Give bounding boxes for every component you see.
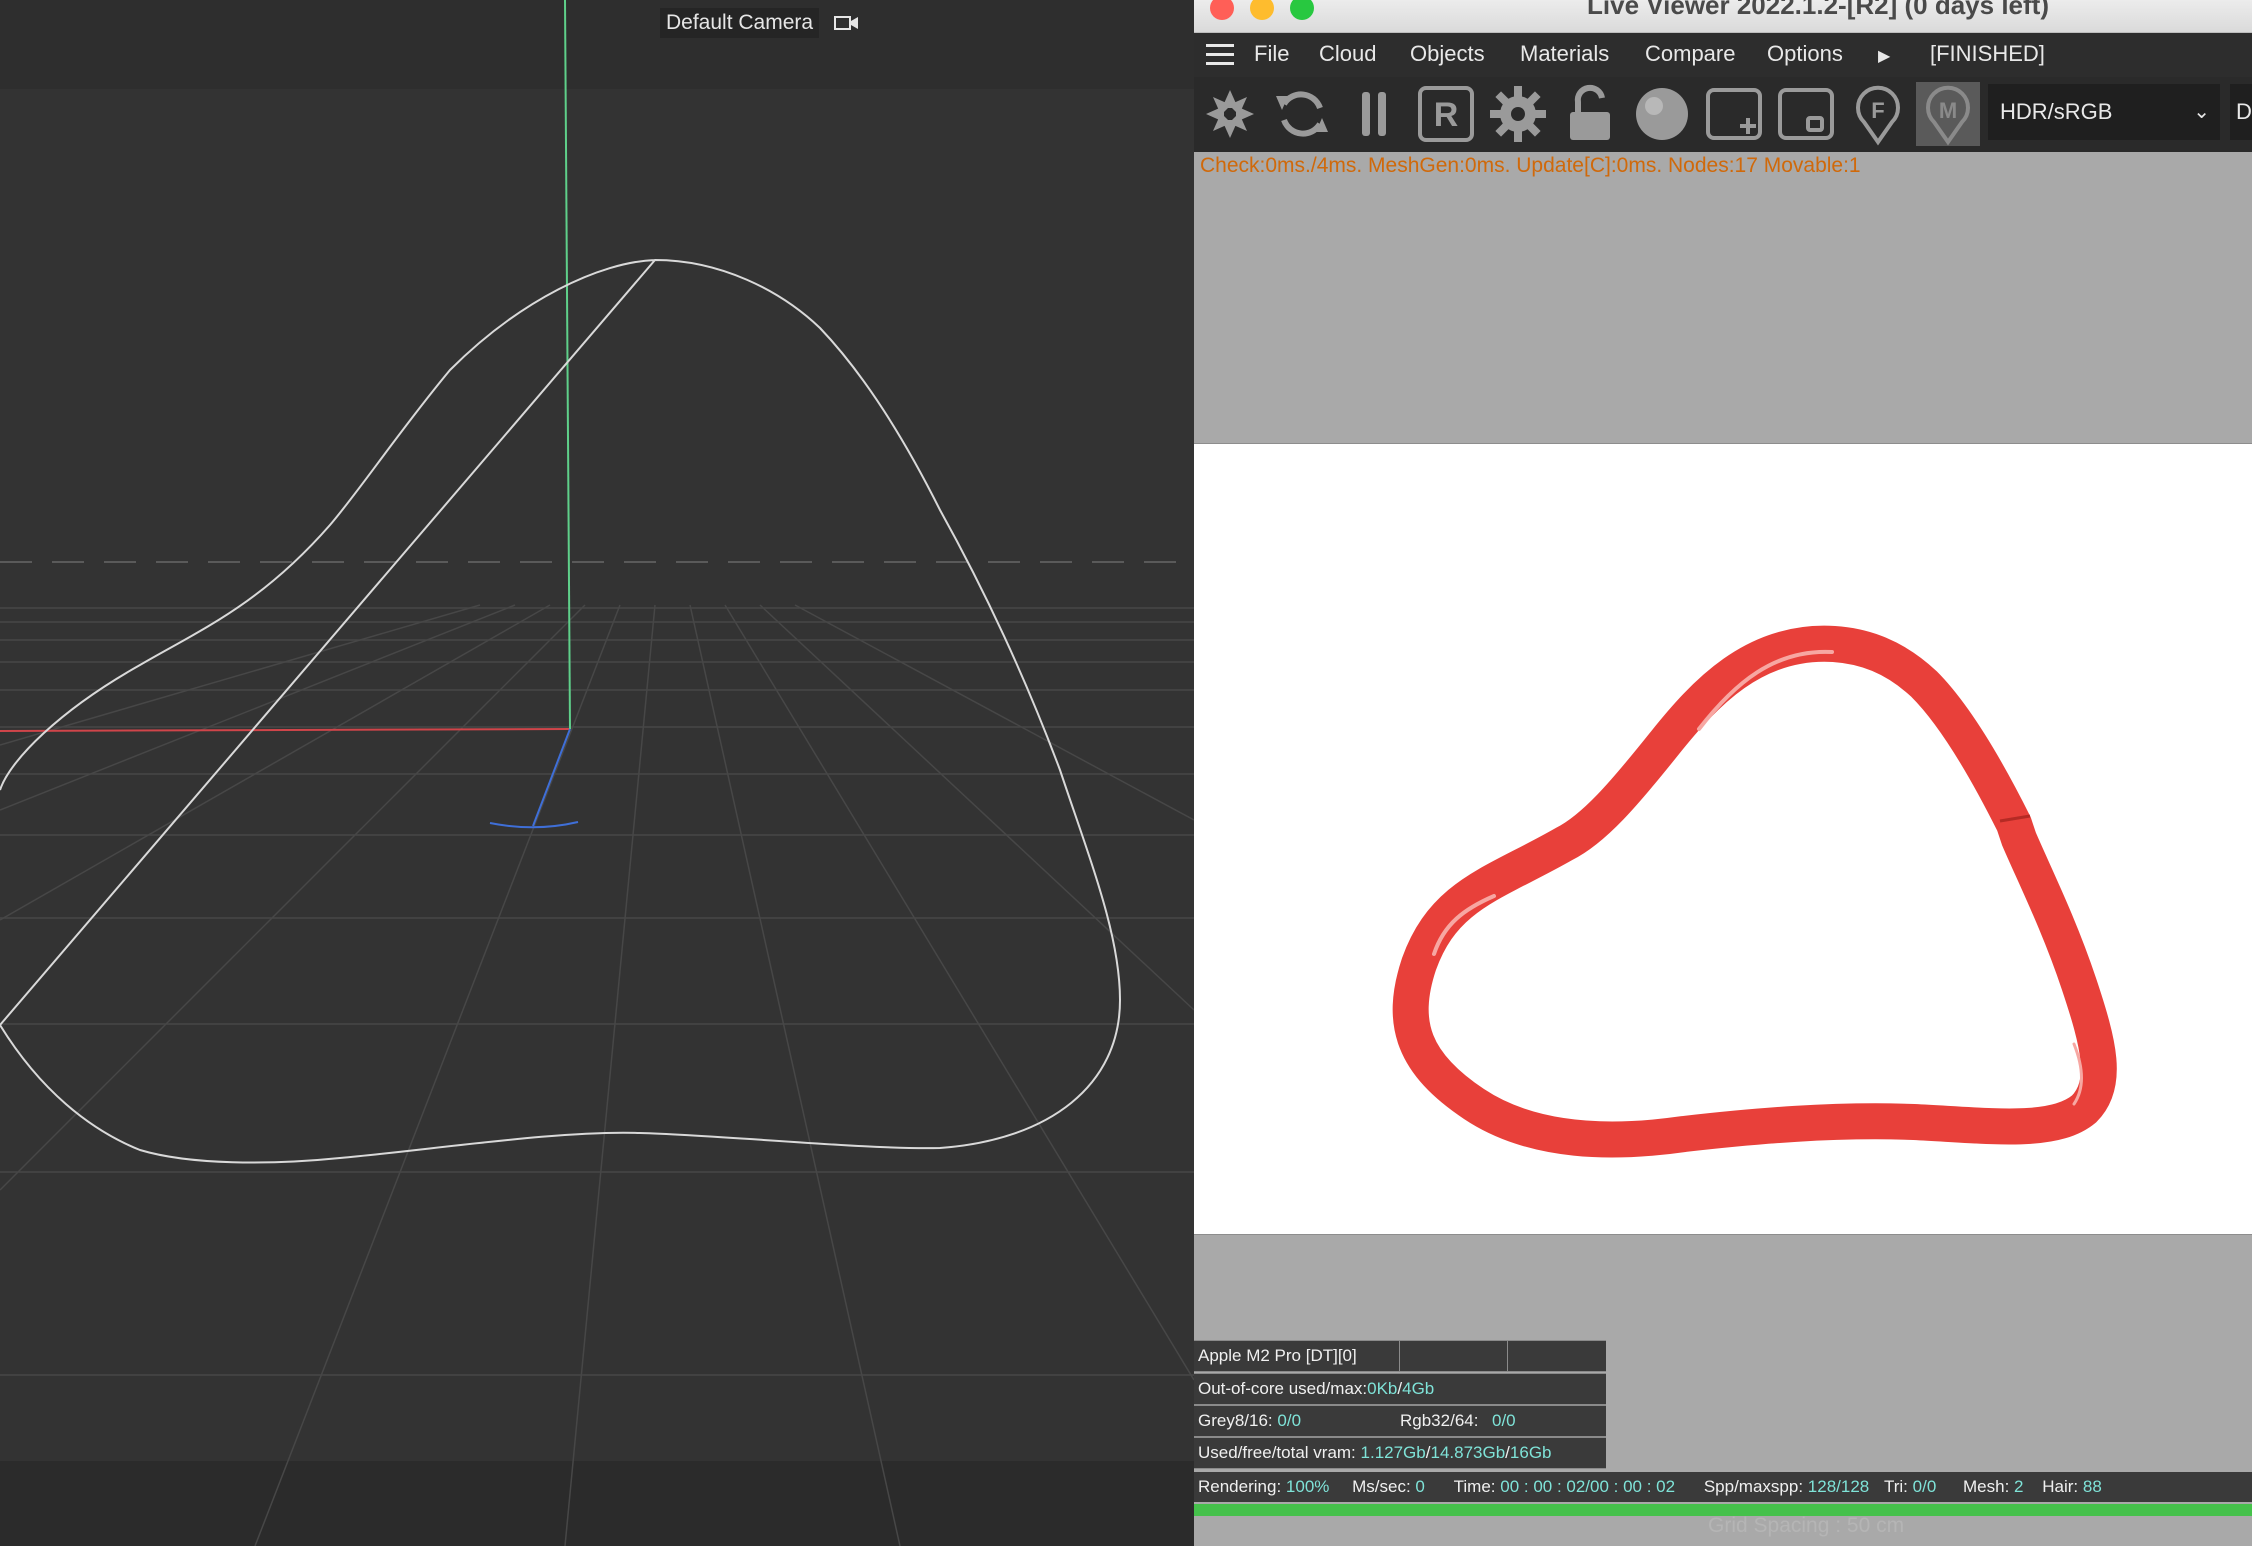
vram-total: 16Gb (1509, 1443, 1552, 1462)
tri-label: Tri: (1883, 1477, 1908, 1496)
svg-text:M: M (1939, 98, 1957, 123)
camera-icon (834, 16, 858, 30)
window-title: Live Viewer 2022.1.2-[R2] (0 days left) (1587, 0, 2049, 20)
tri-value: 0/0 (1912, 1477, 1937, 1496)
render-status: [FINISHED] (1930, 41, 2045, 66)
rgb-label: Rgb32/64: (1400, 1411, 1479, 1430)
ground-grid (0, 604, 1194, 1546)
stats-line: Check:0ms./4ms. MeshGen:0ms. Update[C]:0… (1200, 154, 1861, 177)
x-axis-line (0, 728, 571, 732)
texture-count-row: Grey8/16: 0/0 Rgb32/64: 0/0 (1194, 1405, 1606, 1437)
close-window-button[interactable] (1210, 0, 1234, 20)
minimize-window-button[interactable] (1250, 0, 1274, 20)
mssec-label: Ms/sec: (1352, 1477, 1411, 1496)
r-icon[interactable]: R (1414, 82, 1478, 146)
mssec-value: 0 (1415, 1477, 1425, 1496)
toolbar: R F M HDR/sRGB ⌄ D (1194, 77, 2252, 152)
grey-value: 0/0 (1277, 1411, 1302, 1430)
live-viewer-window[interactable]: Live Viewer 2022.1.2-[R2] (0 days left) … (1194, 0, 2252, 1546)
camera-menu-button[interactable]: Default Camera (660, 8, 820, 38)
vram-row: Used/free/total vram: 1.127Gb/14.873Gb/1… (1194, 1437, 1606, 1469)
hair-value: 88 (2082, 1477, 2102, 1496)
vram-used: 1.127Gb (1360, 1443, 1426, 1462)
status-bar: Rendering: 100% Ms/sec: 0 Time: 00 : 00 … (1194, 1472, 2252, 1502)
rendered-object (1392, 625, 2117, 1158)
menu-cloud[interactable]: Cloud (1319, 41, 1376, 67)
hair-label: Hair: (2042, 1477, 2079, 1496)
menu-compare[interactable]: Compare (1645, 41, 1735, 67)
z-axis-line (532, 728, 571, 827)
color-space-select[interactable]: HDR/sRGB ⌄ (1988, 84, 2220, 140)
menu-options[interactable]: Options (1767, 41, 1843, 67)
time-value: 00 : 00 : 02/00 : 00 : 02 (1500, 1477, 1676, 1496)
aperture-icon[interactable] (1198, 82, 1262, 146)
out-of-core-max: 4Gb (1402, 1379, 1435, 1398)
gpu-name: Apple M2 Pro [DT][0] (1198, 1346, 1357, 1365)
menu-objects[interactable]: Objects (1410, 41, 1485, 67)
3d-viewport[interactable]: Default Camera (0, 0, 1194, 1546)
refresh-icon[interactable] (1270, 82, 1334, 146)
secondary-select[interactable]: D (2230, 84, 2252, 140)
mesh-label: Mesh: (1963, 1477, 2010, 1496)
region-icon[interactable] (1774, 82, 1838, 146)
maximize-window-button[interactable] (1290, 0, 1314, 20)
rendering-label: Rendering: (1198, 1477, 1282, 1496)
spline-curve (0, 258, 1122, 1164)
lock-icon[interactable] (1558, 82, 1622, 146)
svg-text:R: R (1434, 96, 1459, 134)
svg-text:F: F (1871, 98, 1884, 123)
grid-spacing-label: Grid Spacing : 50 cm (1708, 1514, 1905, 1537)
time-label: Time: (1453, 1477, 1496, 1496)
gear-icon[interactable] (1486, 82, 1550, 146)
gpu-cell-1 (1399, 1341, 1508, 1371)
menu-materials[interactable]: Materials (1520, 41, 1609, 67)
pause-icon[interactable] (1342, 82, 1406, 146)
vram-free: 14.873Gb (1430, 1443, 1506, 1462)
vram-label: Used/free/total vram: (1198, 1443, 1356, 1462)
chevron-down-icon: ⌄ (2193, 101, 2210, 123)
out-of-core-row: Out-of-core used/max:0Kb/4Gb (1194, 1373, 1606, 1405)
triangle-right-icon[interactable]: ▶ (1878, 44, 1890, 70)
grey-label: Grey8/16: (1198, 1411, 1273, 1430)
m-icon[interactable]: M (1916, 82, 1980, 146)
render-view[interactable] (1194, 443, 2252, 1235)
out-of-core-label: Out-of-core used/max: (1198, 1379, 1368, 1398)
gpu-info-row: Apple M2 Pro [DT][0] (1194, 1340, 1606, 1372)
gpu-cell-2 (1507, 1341, 1606, 1371)
mesh-value: 2 (2014, 1477, 2024, 1496)
rendering-value: 100% (1285, 1477, 1330, 1496)
spp-label: Spp/maxspp: (1703, 1477, 1804, 1496)
sphere-icon[interactable] (1630, 82, 1694, 146)
rgb-value: 0/0 (1492, 1411, 1516, 1430)
viewport-canvas[interactable] (0, 0, 1194, 1546)
color-space-value: HDR/sRGB (2000, 99, 2113, 124)
hamburger-menu-icon[interactable] (1206, 44, 1234, 66)
menu-bar: File Cloud Objects Materials Compare Opt… (1194, 33, 2252, 77)
spp-value: 128/128 (1807, 1477, 1870, 1496)
title-bar[interactable]: Live Viewer 2022.1.2-[R2] (0 days left) (1194, 0, 2252, 33)
region-add-icon[interactable] (1702, 82, 1766, 146)
menu-file[interactable]: File (1254, 41, 1289, 67)
focus-icon[interactable]: F (1846, 82, 1910, 146)
out-of-core-used: 0Kb (1367, 1379, 1398, 1398)
